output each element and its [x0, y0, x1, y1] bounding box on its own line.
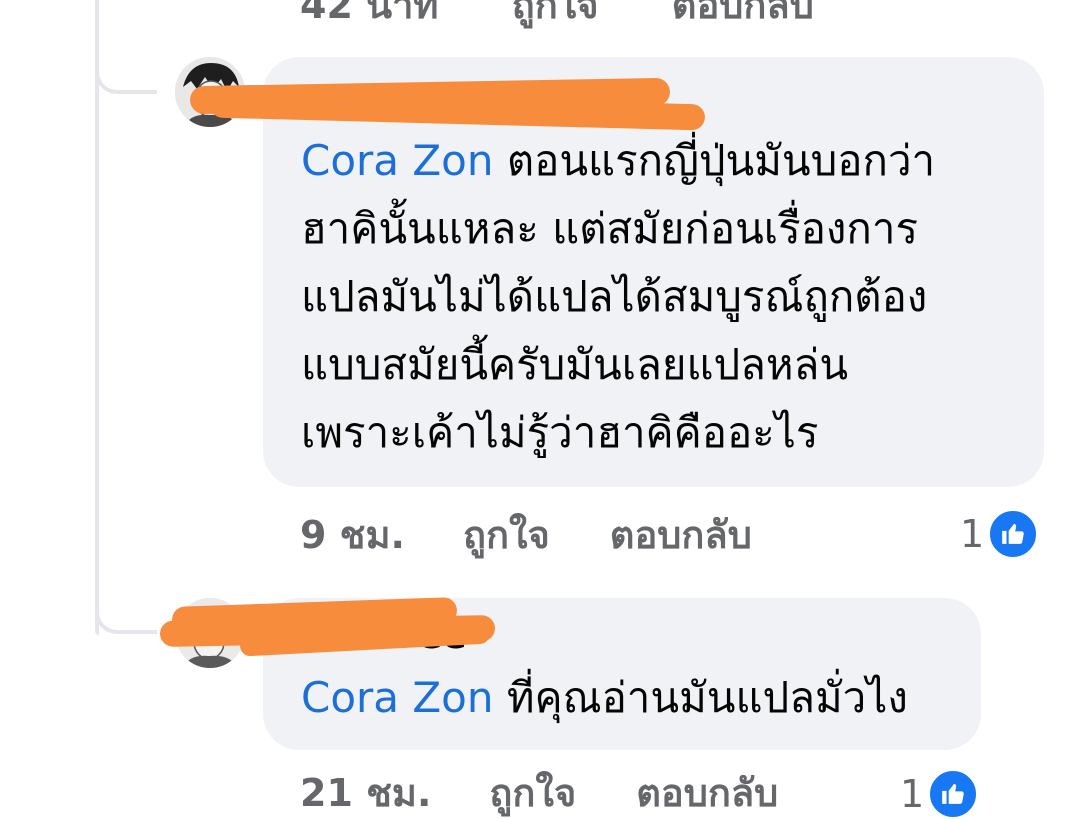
comment-actions: 21 ชม. ถูกใจ ตอบกลับ — [300, 768, 778, 818]
thread-branch-1 — [95, 56, 157, 94]
reaction-count: 1 — [900, 771, 925, 816]
thumbs-up-icon — [988, 508, 1039, 559]
previous-comment-time: 42 นาที — [300, 0, 439, 27]
comment-text: Cora Zon ที่คุณอ่านมันแปลมั่วไง — [301, 664, 951, 732]
comment-line-1: ที่คุณอ่านมันแปลมั่วไง — [493, 673, 908, 722]
mention-link[interactable]: Cora Zon — [301, 673, 493, 722]
comment-line-4: แบบสมัยนี้ครับมันเลยแปลหล่น — [301, 340, 849, 389]
comment-line-5: เพราะเค้าไม่รู้ว่าฮาคิคืออะไร — [301, 408, 819, 457]
previous-reply-button[interactable]: ตอบกลับ — [672, 0, 814, 27]
reply-button[interactable]: ตอบกลับ — [610, 510, 752, 560]
comment-time[interactable]: 21 ชม. — [300, 768, 431, 818]
comment-text: Cora Zon ตอนแรกญี่ปุ่นมันบอกว่า ฮาคินั้น… — [301, 127, 1014, 467]
thumbs-up-icon — [928, 768, 979, 819]
previous-comment-actions: 42 นาที ถูกใจ ตอบกลับ — [300, 0, 874, 27]
thread-line — [95, 0, 99, 635]
thread-branch-2 — [95, 596, 157, 634]
reply-button[interactable]: ตอบกลับ — [636, 768, 778, 818]
comment-line-1: ตอนแรกญี่ปุ่นมันบอกว่า — [493, 136, 936, 185]
comment-actions: 9 ชม. ถูกใจ ตอบกลับ — [300, 510, 752, 560]
reaction-summary[interactable]: 1 — [960, 506, 1039, 559]
previous-like-button[interactable]: ถูกใจ — [512, 0, 599, 27]
like-button[interactable]: ถูกใจ — [463, 510, 550, 560]
like-button[interactable]: ถูกใจ — [489, 768, 576, 818]
comment-line-2: ฮาคินั้นแหละ แต่สมัยก่อนเรื่องการ — [301, 204, 918, 253]
reaction-summary[interactable]: 1 — [900, 766, 979, 819]
mention-link[interactable]: Cora Zon — [301, 136, 493, 185]
comment-time[interactable]: 9 ชม. — [300, 510, 405, 560]
comment-line-3: แปลมันไม่ได้แปลได้สมบูรณ์ถูกต้อง — [301, 272, 928, 321]
reaction-count: 1 — [960, 511, 985, 556]
